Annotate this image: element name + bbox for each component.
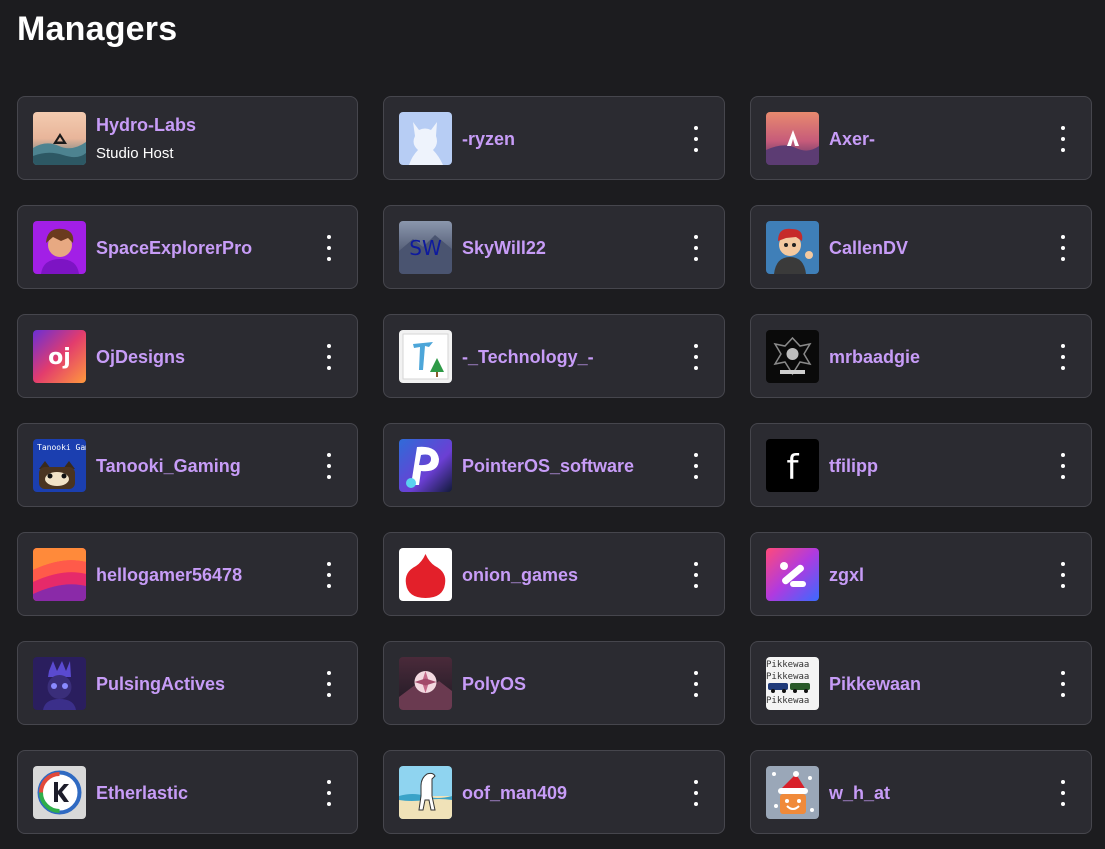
manager-card-callendv[interactable]: CallenDV — [750, 205, 1092, 289]
manager-card-pikkewaan[interactable]: Pikkewaa Pikkewaa Pikkewaa Pikkewaan — [750, 641, 1092, 725]
hydro-labs-avatar[interactable] — [33, 112, 86, 165]
manager-card-hydro-labs[interactable]: Hydro-Labs Studio Host — [17, 96, 358, 180]
ojdesigns-avatar[interactable]: oj — [33, 330, 86, 383]
svg-text:Pikkewaa: Pikkewaa — [766, 696, 809, 706]
more-options-button[interactable] — [688, 235, 704, 261]
manager-username[interactable]: Axer- — [829, 128, 875, 150]
manager-card-pulsingactives[interactable]: PulsingActives — [17, 641, 358, 725]
more-options-button[interactable] — [321, 235, 337, 261]
more-options-button[interactable] — [1055, 671, 1071, 697]
more-options-button[interactable] — [688, 126, 704, 152]
manager-username[interactable]: mrbaadgie — [829, 346, 920, 368]
manager-card-etherlastic[interactable]: Etherlastic — [17, 750, 358, 834]
more-options-button[interactable] — [321, 671, 337, 697]
svg-text:Pikkewaa: Pikkewaa — [766, 660, 809, 670]
manager-username[interactable]: SkyWill22 — [462, 237, 546, 259]
more-options-button[interactable] — [1055, 235, 1071, 261]
manager-card-technology[interactable]: -_Technology_- — [383, 314, 725, 398]
more-options-button[interactable] — [1055, 344, 1071, 370]
manager-card-skywill22[interactable]: SW SkyWill22 — [383, 205, 725, 289]
manager-username[interactable]: SpaceExplorerPro — [96, 237, 252, 259]
skywill22-avatar[interactable]: SW — [399, 221, 452, 274]
more-options-button[interactable] — [321, 453, 337, 479]
manager-username[interactable]: Etherlastic — [96, 782, 188, 804]
more-options-button[interactable] — [688, 671, 704, 697]
more-options-button[interactable] — [1055, 453, 1071, 479]
more-options-button[interactable] — [1055, 562, 1071, 588]
svg-text:oj: oj — [48, 345, 71, 370]
manager-card-onion-games[interactable]: onion_games — [383, 532, 725, 616]
manager-username[interactable]: tfilipp — [829, 455, 878, 477]
axer-avatar[interactable] — [766, 112, 819, 165]
manager-card-oof-man409[interactable]: oof_man409 — [383, 750, 725, 834]
ryzen-avatar[interactable] — [399, 112, 452, 165]
more-options-button[interactable] — [688, 344, 704, 370]
more-options-button[interactable] — [688, 562, 704, 588]
pointeros-avatar[interactable] — [399, 439, 452, 492]
manager-username[interactable]: -_Technology_- — [462, 346, 594, 368]
manager-username[interactable]: Pikkewaan — [829, 673, 921, 695]
manager-username[interactable]: Hydro-Labs — [96, 114, 196, 136]
pulsingactives-avatar[interactable] — [33, 657, 86, 710]
manager-card-zgxl[interactable]: zgxl — [750, 532, 1092, 616]
more-options-button[interactable] — [321, 344, 337, 370]
svg-text:Tanooki Gaming: Tanooki Gaming — [37, 443, 86, 452]
tanooki-gaming-avatar[interactable]: Tanooki Gaming — [33, 439, 86, 492]
manager-card-axer[interactable]: Axer- — [750, 96, 1092, 180]
manager-card-pointeros[interactable]: PointerOS_software — [383, 423, 725, 507]
manager-username[interactable]: PulsingActives — [96, 673, 225, 695]
polyos-avatar[interactable] — [399, 657, 452, 710]
manager-username[interactable]: CallenDV — [829, 237, 908, 259]
w-h-at-avatar[interactable] — [766, 766, 819, 819]
manager-card-ojdesigns[interactable]: oj OjDesigns — [17, 314, 358, 398]
managers-grid: Hydro-Labs Studio Host -ryzen Axer- Spac… — [17, 96, 1092, 834]
manager-username[interactable]: oof_man409 — [462, 782, 567, 804]
more-options-button[interactable] — [321, 562, 337, 588]
svg-text:SW: SW — [409, 236, 442, 260]
manager-username[interactable]: -ryzen — [462, 128, 515, 150]
hellogamer-avatar[interactable] — [33, 548, 86, 601]
manager-username[interactable]: w_h_at — [829, 782, 890, 804]
technology-avatar[interactable] — [399, 330, 452, 383]
more-options-button[interactable] — [1055, 126, 1071, 152]
manager-role: Studio Host — [96, 145, 174, 162]
manager-username[interactable]: OjDesigns — [96, 346, 185, 368]
spaceexplorerpro-avatar[interactable] — [33, 221, 86, 274]
more-options-button[interactable] — [1055, 780, 1071, 806]
manager-card-spaceexplorerpro[interactable]: SpaceExplorerPro — [17, 205, 358, 289]
manager-card-tanooki-gaming[interactable]: Tanooki Gaming Tanooki_Gaming — [17, 423, 358, 507]
oof-man409-avatar[interactable] — [399, 766, 452, 819]
manager-card-hellogamer56478[interactable]: hellogamer56478 — [17, 532, 358, 616]
callendv-avatar[interactable] — [766, 221, 819, 274]
mrbaadgie-avatar[interactable] — [766, 330, 819, 383]
manager-username[interactable]: Tanooki_Gaming — [96, 455, 241, 477]
manager-card-polyos[interactable]: PolyOS — [383, 641, 725, 725]
more-options-button[interactable] — [688, 780, 704, 806]
manager-card-tfilipp[interactable]: f tfilipp — [750, 423, 1092, 507]
page-title: Managers — [17, 10, 178, 48]
manager-username[interactable]: PointerOS_software — [462, 455, 634, 477]
manager-card-mrbaadgie[interactable]: mrbaadgie — [750, 314, 1092, 398]
manager-username[interactable]: hellogamer56478 — [96, 564, 242, 586]
manager-username[interactable]: zgxl — [829, 564, 864, 586]
more-options-button[interactable] — [688, 453, 704, 479]
manager-card-w-h-at[interactable]: w_h_at — [750, 750, 1092, 834]
manager-card-ryzen[interactable]: -ryzen — [383, 96, 725, 180]
zgxl-avatar[interactable] — [766, 548, 819, 601]
pikkewaan-avatar[interactable]: Pikkewaa Pikkewaa Pikkewaa — [766, 657, 819, 710]
more-options-button[interactable] — [321, 780, 337, 806]
tfilipp-avatar[interactable]: f — [766, 439, 819, 492]
manager-username[interactable]: PolyOS — [462, 673, 526, 695]
svg-text:f: f — [787, 448, 800, 488]
manager-username[interactable]: onion_games — [462, 564, 578, 586]
etherlastic-avatar[interactable] — [33, 766, 86, 819]
onion-games-avatar[interactable] — [399, 548, 452, 601]
svg-text:Pikkewaa: Pikkewaa — [766, 672, 809, 682]
